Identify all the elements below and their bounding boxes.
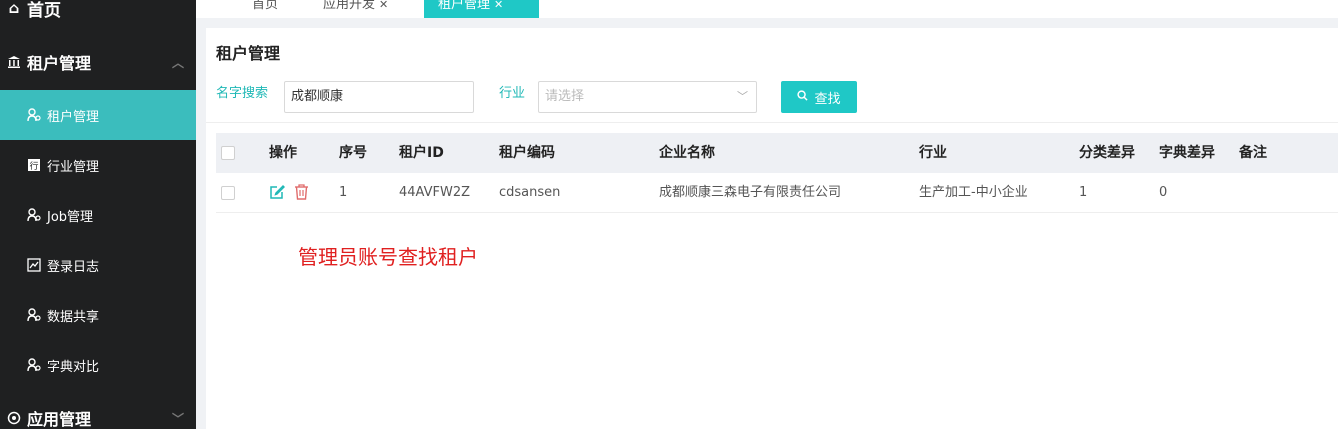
- column-header: 行业: [919, 145, 947, 161]
- sidebar-item-industry[interactable]: 行 行业管理: [0, 140, 196, 190]
- cell-code: cdsansen: [499, 185, 561, 200]
- main-panel: 租户管理 名字搜索 成都顺康 行业 请选择 ﹀ 查找 操作 序号 租户ID 租户…: [206, 28, 1338, 429]
- sidebar-group-tenant[interactable]: 租户管理 ︿: [0, 42, 196, 82]
- tab-label: 租户管理: [438, 0, 491, 12]
- column-header: 操作: [269, 145, 297, 161]
- industry-placeholder: 请选择: [545, 89, 585, 104]
- delete-icon[interactable]: [294, 184, 309, 204]
- sidebar-item-login-log[interactable]: 登录日志: [0, 240, 196, 290]
- close-icon[interactable]: ✕: [379, 0, 388, 11]
- tab-label: 首页: [252, 0, 279, 12]
- column-header: 租户编码: [499, 145, 555, 161]
- chevron-down-icon: ﹀: [737, 90, 748, 103]
- column-header: 租户ID: [399, 145, 444, 161]
- column-header: 企业名称: [659, 145, 715, 161]
- users-icon: [26, 208, 42, 222]
- divider: [206, 122, 1338, 123]
- column-header: 备注: [1239, 145, 1267, 161]
- cell-category-diff: 1: [1079, 185, 1088, 200]
- tab-tenant[interactable]: 租户管理 ✕: [424, 0, 539, 18]
- tab-label: 应用开发: [323, 0, 376, 12]
- sidebar-item-tenant[interactable]: 租户管理: [0, 90, 196, 140]
- sidebar-group-label: 租户管理: [27, 54, 92, 73]
- sidebar-home[interactable]: ⌂ 首页: [0, 0, 196, 28]
- sidebar-item-dict-compare[interactable]: 字典对比: [0, 340, 196, 390]
- page-title: 租户管理: [216, 44, 281, 63]
- edit-icon[interactable]: [269, 184, 285, 204]
- cell-tenant-id: 44AVFW2Z: [399, 185, 471, 200]
- sidebar-item-label: 登录日志: [47, 259, 100, 275]
- tab-bar: 首页 应用开发 ✕ 租户管理 ✕: [196, 0, 1338, 18]
- cell-index: 1: [339, 185, 348, 200]
- home-icon: ⌂: [8, 0, 20, 17]
- search-name-label: 名字搜索: [216, 86, 269, 101]
- chevron-down-icon: ﹀: [171, 412, 184, 426]
- table-row: 1 44AVFW2Z cdsansen 成都顺康三森电子有限责任公司 生产加工-…: [216, 173, 1338, 213]
- close-icon[interactable]: ✕: [494, 0, 503, 11]
- chart-icon: [26, 258, 42, 272]
- column-header: 分类差异: [1079, 145, 1135, 161]
- users-icon: [26, 308, 42, 322]
- annotation-text: 管理员账号查找租户: [298, 245, 478, 269]
- industry-label: 行业: [499, 86, 526, 101]
- settings-icon: [6, 411, 22, 425]
- sidebar-item-label: 行业管理: [47, 159, 100, 175]
- sidebar: ⌂ 首页 租户管理 ︿ 租户管理 行 行业管理 Job管理 登录日志 数据共享 …: [0, 0, 196, 429]
- sidebar-item-label: 租户管理: [47, 109, 100, 125]
- search-button[interactable]: 查找: [781, 81, 857, 113]
- sidebar-item-label: 数据共享: [47, 309, 100, 325]
- search-name-input[interactable]: 成都顺康: [284, 81, 474, 113]
- sidebar-item-label: 字典对比: [47, 359, 100, 375]
- cell-company: 成都顺康三森电子有限责任公司: [659, 185, 842, 200]
- tab-home[interactable]: 首页: [238, 0, 292, 18]
- sidebar-group-app[interactable]: 应用管理 ﹀: [0, 398, 196, 429]
- table-header: 操作 序号 租户ID 租户编码 企业名称 行业 分类差异 字典差异 备注: [216, 133, 1338, 173]
- row-checkbox[interactable]: [221, 186, 235, 200]
- sidebar-item-data-share[interactable]: 数据共享: [0, 290, 196, 340]
- search-icon: [797, 89, 809, 105]
- select-all-checkbox[interactable]: [221, 146, 235, 160]
- industry-icon: 行: [26, 158, 42, 172]
- column-header: 字典差异: [1159, 145, 1215, 161]
- sidebar-home-label: 首页: [27, 0, 61, 21]
- users-icon: [26, 358, 42, 372]
- tab-app-dev[interactable]: 应用开发 ✕: [309, 0, 402, 18]
- users-icon: [26, 108, 42, 122]
- sidebar-item-job[interactable]: Job管理: [0, 190, 196, 240]
- sidebar-group-label: 应用管理: [27, 410, 92, 429]
- sidebar-item-label: Job管理: [47, 209, 94, 225]
- cell-dict-diff: 0: [1159, 185, 1168, 200]
- chevron-up-icon: ︿: [171, 56, 184, 70]
- cell-industry: 生产加工-中小企业: [919, 185, 1028, 200]
- svg-text:行: 行: [29, 160, 38, 172]
- bank-icon: [6, 55, 22, 69]
- industry-select[interactable]: 请选择 ﹀: [538, 81, 757, 113]
- search-button-label: 查找: [814, 91, 841, 107]
- column-header: 序号: [339, 145, 367, 161]
